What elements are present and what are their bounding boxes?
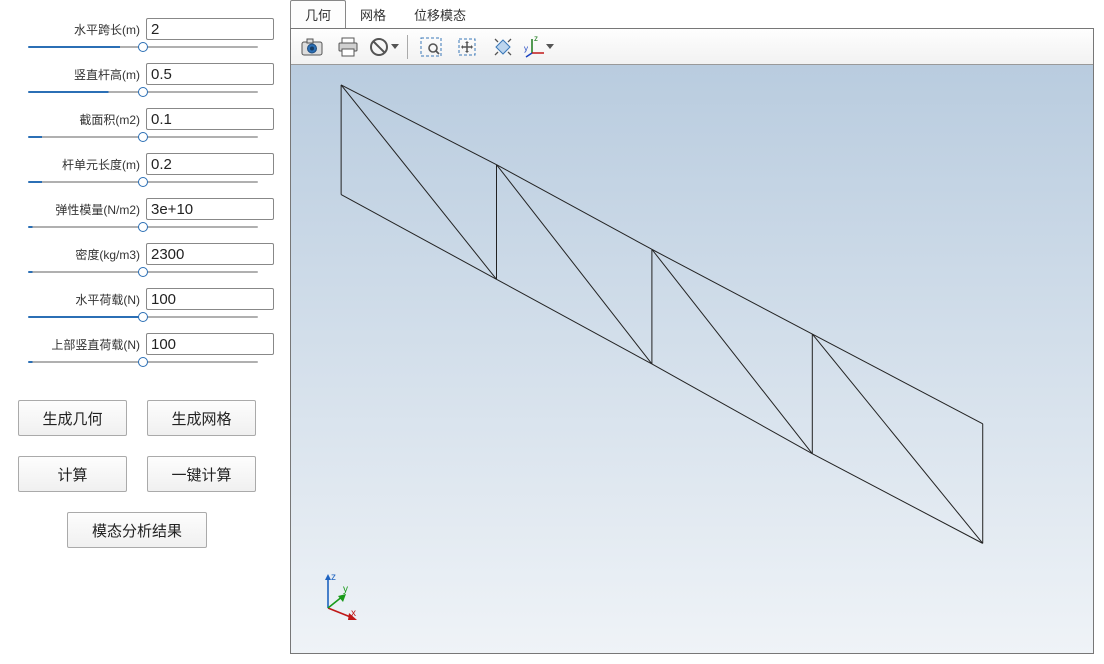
svg-text:z: z <box>534 35 538 43</box>
param-label: 竖直杆高(m) <box>74 66 140 83</box>
3d-viewport[interactable]: z y x <box>291 65 1093 653</box>
tab-geometry[interactable]: 几何 <box>290 0 346 28</box>
param-label: 密度(kg/m3) <box>75 246 140 263</box>
elemlen-slider[interactable] <box>28 175 258 189</box>
vload-slider[interactable] <box>28 355 258 369</box>
tab-mode[interactable]: 位移模态 <box>400 1 480 28</box>
generate-geometry-button[interactable]: 生成几何 <box>18 400 127 436</box>
zoom-rect-icon <box>420 37 442 57</box>
emod-slider[interactable] <box>28 220 258 234</box>
axis-x-label: x <box>351 608 356 619</box>
density-input[interactable] <box>146 243 274 265</box>
generate-mesh-button[interactable]: 生成网格 <box>147 400 256 436</box>
param-element-length: 杆单元长度(m) <box>16 153 274 192</box>
param-density: 密度(kg/m3) <box>16 243 274 282</box>
visualization-frame: z x y <box>290 28 1094 654</box>
pan-arrows-icon <box>456 36 478 58</box>
printer-icon <box>337 37 359 57</box>
axis-toggle-button[interactable]: z x y <box>524 33 554 61</box>
axis-z-label: z <box>331 572 336 583</box>
dropdown-arrow-icon <box>391 44 399 49</box>
toolbar-separator <box>407 35 408 59</box>
hload-slider[interactable] <box>28 310 258 324</box>
param-elastic-modulus: 弹性模量(N/m2) <box>16 198 274 237</box>
param-vertical-height: 竖直杆高(m) <box>16 63 274 102</box>
camera-icon <box>301 38 323 56</box>
height-slider[interactable] <box>28 85 258 99</box>
axis-indicator: z y x <box>313 570 363 623</box>
param-label: 弹性模量(N/m2) <box>55 201 140 218</box>
height-input[interactable] <box>146 63 274 85</box>
snapshot-button[interactable] <box>297 33 327 61</box>
param-label: 水平跨长(m) <box>74 21 140 38</box>
hload-input[interactable] <box>146 288 274 310</box>
param-label: 水平荷载(N) <box>75 291 140 308</box>
tab-bar: 几何 网格 位移模态 <box>290 4 1094 28</box>
modal-analysis-result-button[interactable]: 模态分析结果 <box>67 512 207 548</box>
param-area: 截面积(m2) <box>16 108 274 147</box>
one-click-compute-button[interactable]: 一键计算 <box>147 456 256 492</box>
parameter-panel: 水平跨长(m) 竖直杆高(m) 截面积(m2) <box>0 0 290 664</box>
axis-triad-icon: z x y <box>524 35 544 59</box>
axis-y-label: y <box>343 584 348 595</box>
param-horizontal-span: 水平跨长(m) <box>16 18 274 57</box>
clear-button[interactable] <box>369 33 399 61</box>
param-label: 上部竖直荷载(N) <box>51 336 140 353</box>
span-slider[interactable] <box>28 40 258 54</box>
truss-geometry <box>291 65 1093 653</box>
tab-mesh[interactable]: 网格 <box>346 1 400 28</box>
no-entry-icon <box>369 37 389 57</box>
print-button[interactable] <box>333 33 363 61</box>
vload-input[interactable] <box>146 333 274 355</box>
svg-text:y: y <box>524 44 528 53</box>
emod-input[interactable] <box>146 198 274 220</box>
dropdown-arrow-icon <box>546 44 554 49</box>
param-label: 杆单元长度(m) <box>62 156 140 173</box>
zoom-select-button[interactable] <box>416 33 446 61</box>
elemlen-input[interactable] <box>146 153 274 175</box>
compute-button[interactable]: 计算 <box>18 456 127 492</box>
density-slider[interactable] <box>28 265 258 279</box>
area-slider[interactable] <box>28 130 258 144</box>
pan-button[interactable] <box>452 33 482 61</box>
viewport-toolbar: z x y <box>291 29 1093 65</box>
area-input[interactable] <box>146 108 274 130</box>
param-label: 截面积(m2) <box>79 111 140 128</box>
fit-diamond-icon <box>492 36 514 58</box>
param-vertical-load: 上部竖直荷载(N) <box>16 333 274 372</box>
fit-view-button[interactable] <box>488 33 518 61</box>
main-panel: 几何 网格 位移模态 <box>290 0 1104 664</box>
param-horizontal-load: 水平荷载(N) <box>16 288 274 327</box>
span-input[interactable] <box>146 18 274 40</box>
